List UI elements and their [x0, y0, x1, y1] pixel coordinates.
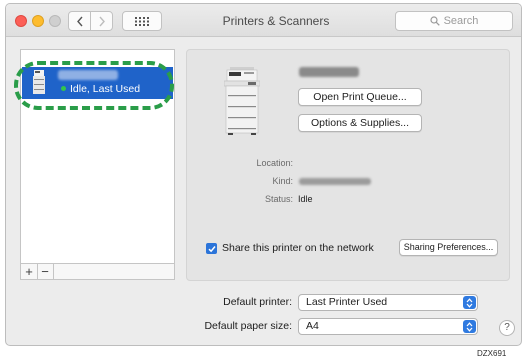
figure-code: DZX691	[477, 349, 507, 358]
printer-details-panel: Open Print Queue... Options & Supplies..…	[186, 49, 510, 281]
status-label: Status:	[264, 194, 293, 204]
default-printer-label: Default printer:	[223, 296, 292, 308]
options-supplies-button[interactable]: Options & Supplies...	[298, 114, 422, 132]
back-icon	[76, 16, 83, 26]
forward-button[interactable]	[90, 11, 113, 31]
selection-highlight-annotation	[14, 61, 174, 110]
search-field[interactable]: Search	[395, 11, 513, 31]
list-toolbar: + −	[20, 263, 175, 280]
remove-printer-button[interactable]: −	[37, 264, 54, 279]
minimize-window-button[interactable]	[32, 15, 44, 27]
search-placeholder: Search	[443, 15, 479, 27]
printer-name-redacted	[299, 67, 359, 77]
help-button[interactable]: ?	[499, 320, 515, 336]
default-printer-select[interactable]: Last Printer Used	[298, 294, 478, 311]
sharing-preferences-button[interactable]: Sharing Preferences...	[399, 239, 498, 256]
close-window-button[interactable]	[15, 15, 27, 27]
share-printer-label: Share this printer on the network	[222, 242, 374, 254]
back-button[interactable]	[68, 11, 91, 31]
zoom-window-button[interactable]	[49, 15, 61, 27]
status-value: Idle	[298, 194, 313, 204]
window-title: Printers & Scanners	[222, 13, 330, 28]
add-printer-button[interactable]: +	[21, 264, 38, 279]
kind-label: Kind:	[272, 176, 293, 186]
location-label: Location:	[256, 158, 293, 168]
forward-icon	[98, 16, 105, 26]
popup-arrows-icon	[463, 296, 476, 309]
share-printer-checkbox[interactable]	[206, 243, 217, 254]
search-icon	[429, 16, 440, 26]
default-paper-size-label: Default paper size:	[204, 320, 292, 332]
printers-scanners-window: Printers & Scanners Search Idle, Last Us…	[5, 3, 522, 346]
default-paper-size-value: A4	[306, 320, 319, 332]
check-icon	[207, 245, 216, 252]
title-bar: Printers & Scanners Search	[6, 4, 521, 37]
default-printer-value: Last Printer Used	[306, 296, 388, 308]
grid-icon	[135, 16, 149, 26]
open-print-queue-button[interactable]: Open Print Queue...	[298, 88, 422, 106]
popup-arrows-icon	[463, 320, 476, 333]
default-paper-size-select[interactable]: A4	[298, 318, 478, 335]
show-all-button[interactable]	[122, 11, 162, 31]
printer-icon	[224, 67, 260, 135]
kind-value-redacted	[299, 178, 371, 185]
